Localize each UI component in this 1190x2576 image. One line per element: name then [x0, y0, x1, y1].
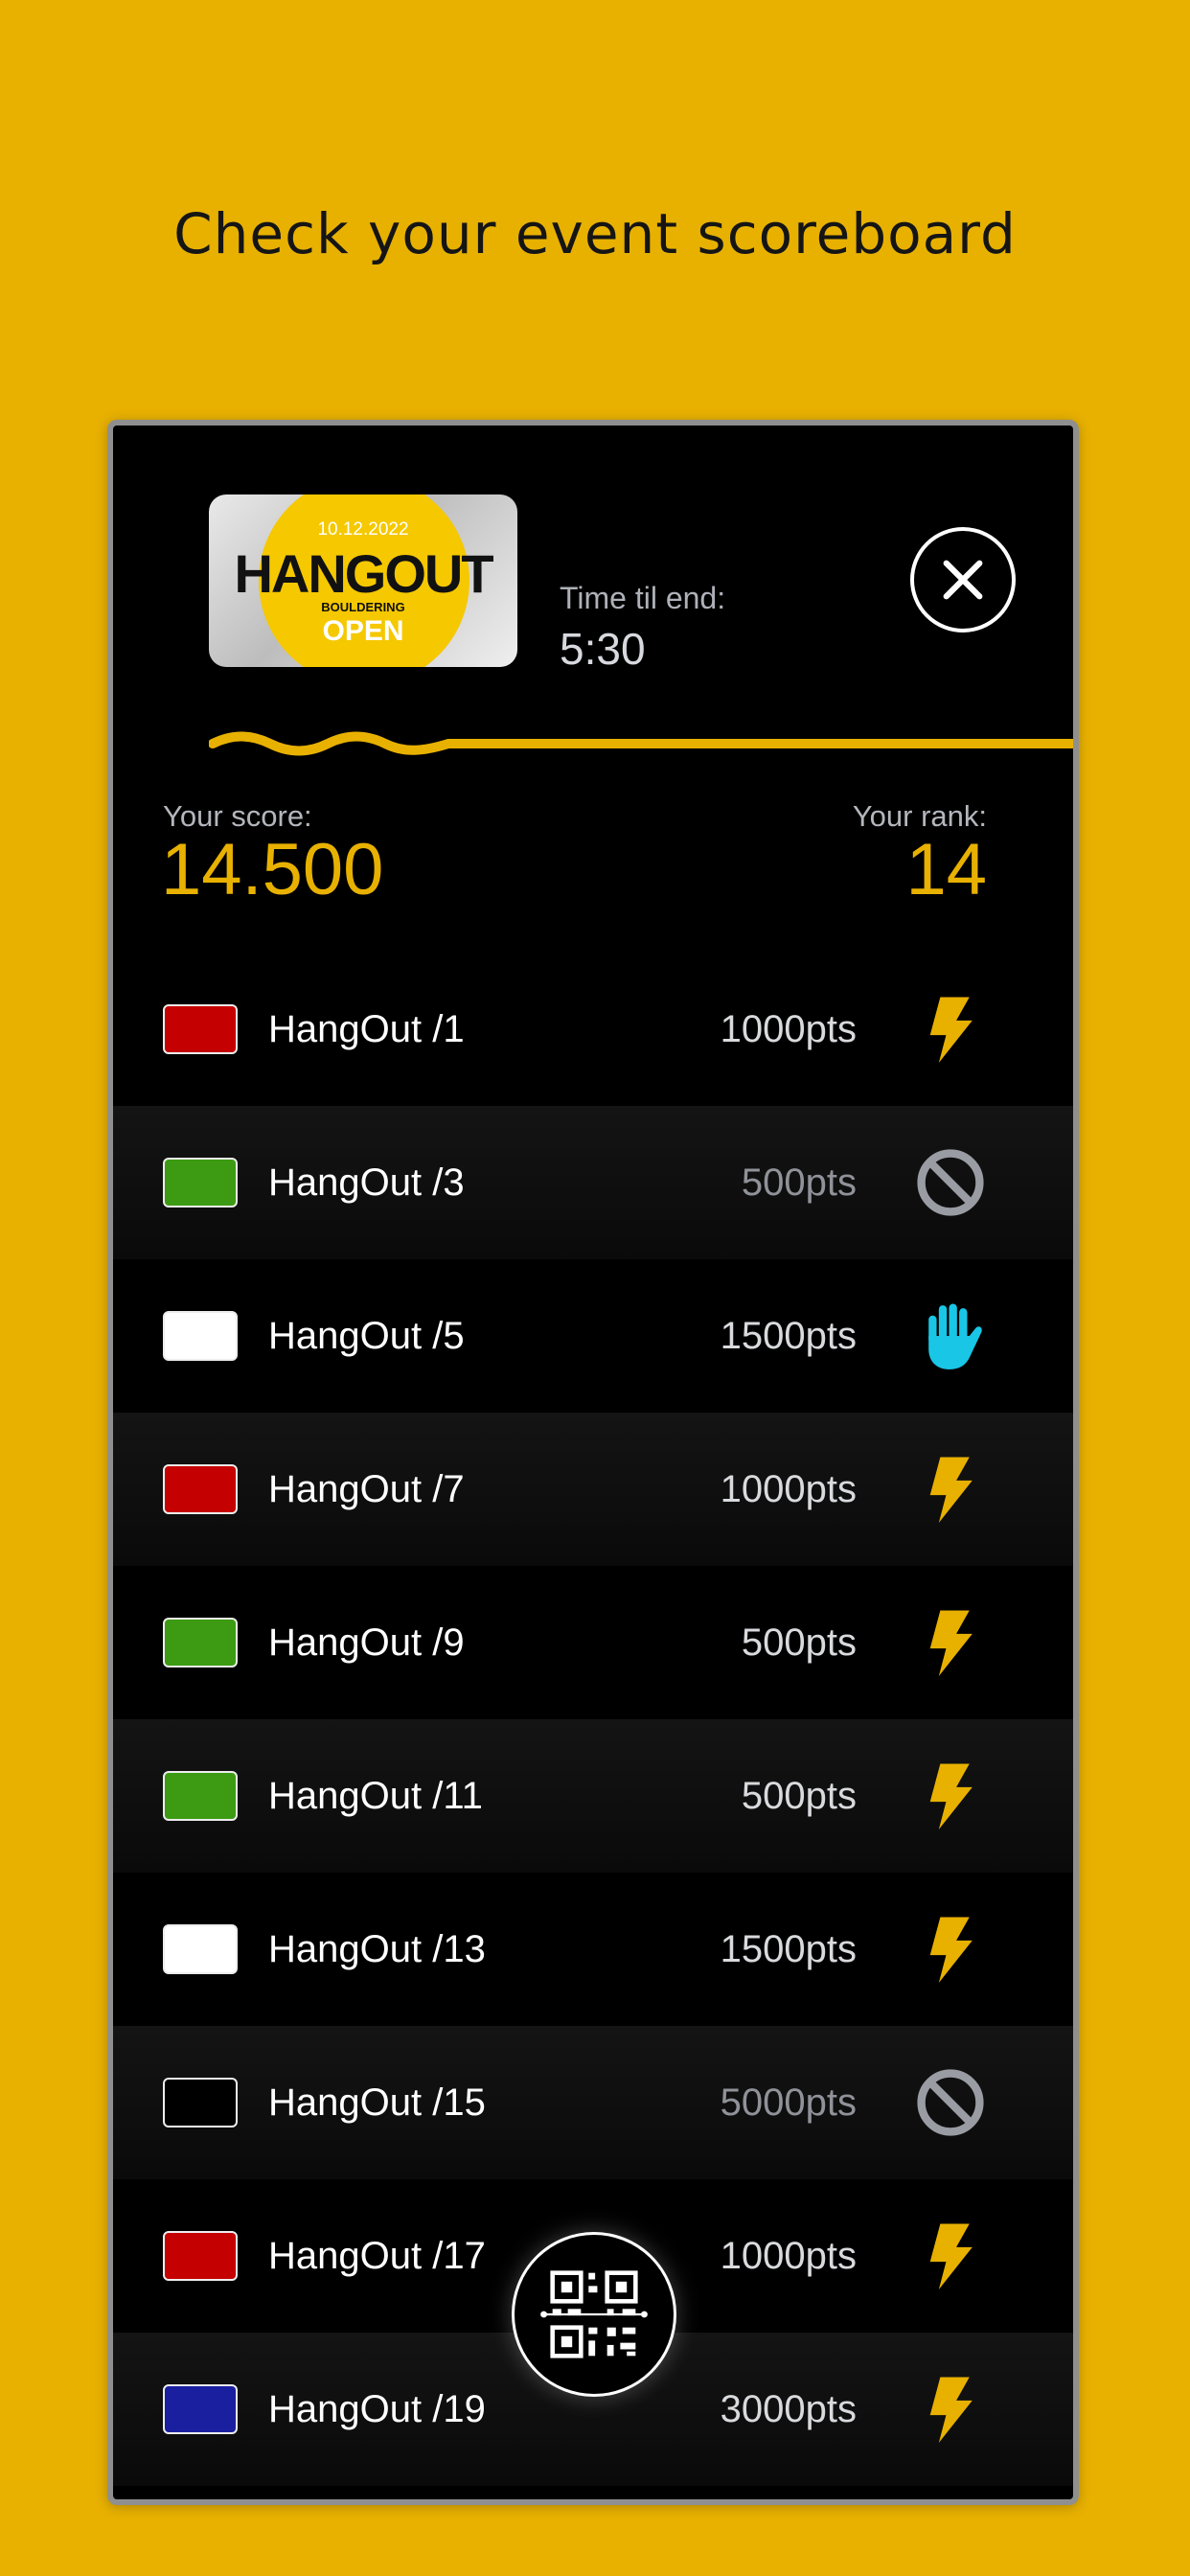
problem-points: 1500pts: [720, 1928, 857, 1970]
event-progress-line: [209, 731, 1073, 756]
problem-row[interactable]: HangOut /1 1000pts: [113, 953, 1073, 1106]
problem-name: HangOut /1: [268, 1008, 465, 1050]
problem-color-swatch: [163, 2384, 238, 2434]
problem-color-swatch: [163, 2078, 238, 2128]
problem-color-swatch: [163, 1771, 238, 1821]
qr-code-icon: [540, 2270, 648, 2358]
hand-icon: [914, 1300, 987, 1372]
problem-color-swatch: [163, 1311, 238, 1361]
problem-name: HangOut /7: [268, 1468, 465, 1510]
problem-color-swatch: [163, 2231, 238, 2281]
problem-points: 500pts: [741, 1622, 857, 1664]
flash-icon: [914, 1913, 987, 1986]
problem-points: 1000pts: [720, 1468, 857, 1510]
not-done-icon: [914, 2066, 987, 2139]
problem-name: HangOut /15: [268, 2082, 486, 2124]
problem-color-swatch: [163, 1924, 238, 1974]
problem-points: 1000pts: [720, 1008, 857, 1050]
problem-points: 3000pts: [720, 2388, 857, 2430]
problem-row[interactable]: HangOut /3 500pts: [113, 1106, 1073, 1259]
flash-icon: [914, 1453, 987, 1526]
flash-icon: [914, 2373, 987, 2446]
event-logo-subtitle: BOULDERING: [321, 600, 405, 614]
problem-points: 5000pts: [720, 2082, 857, 2124]
event-date: 10.12.2022: [317, 519, 409, 540]
scoreboard-panel: 10.12.2022 HANGOUT BOULDERING OPEN Time …: [107, 420, 1079, 2505]
event-logo-title: HANGOUT: [234, 543, 493, 604]
problem-row[interactable]: HangOut /15 5000pts: [113, 2026, 1073, 2179]
not-done-icon: [914, 1146, 987, 1219]
problem-name: HangOut /19: [268, 2388, 486, 2430]
problem-color-swatch: [163, 1464, 238, 1514]
score-value: 14.500: [161, 829, 384, 910]
problem-name: HangOut /9: [268, 1622, 465, 1664]
close-button[interactable]: [910, 527, 1016, 632]
problem-color-swatch: [163, 1158, 238, 1208]
problem-color-swatch: [163, 1618, 238, 1668]
rank-value: 14: [905, 829, 987, 910]
page-headline: Check your event scoreboard: [173, 201, 1017, 266]
event-thumbnail: 10.12.2022 HANGOUT BOULDERING OPEN: [209, 494, 517, 667]
scan-qr-button[interactable]: [512, 2232, 676, 2397]
flash-icon: [914, 1606, 987, 1679]
problem-name: HangOut /11: [268, 1775, 483, 1817]
problem-points: 500pts: [741, 1162, 857, 1204]
flash-icon: [914, 1760, 987, 1832]
problem-name: HangOut /3: [268, 1162, 465, 1204]
problem-name: HangOut /5: [268, 1315, 465, 1357]
flash-icon: [914, 993, 987, 1066]
problem-color-swatch: [163, 1004, 238, 1054]
problem-row[interactable]: HangOut /13 1500pts: [113, 1873, 1073, 2026]
problem-name: HangOut /13: [268, 1928, 486, 1970]
problem-row[interactable]: HangOut /9 500pts: [113, 1566, 1073, 1719]
problem-row[interactable]: HangOut /7 1000pts: [113, 1413, 1073, 1566]
problem-row[interactable]: HangOut /5 1500pts: [113, 1259, 1073, 1413]
problem-points: 1000pts: [720, 2235, 857, 2277]
event-logo-badge: OPEN: [322, 615, 404, 647]
problem-points: 500pts: [741, 1775, 857, 1817]
flash-icon: [914, 2220, 987, 2292]
close-icon: [943, 560, 983, 600]
problem-row[interactable]: HangOut /11 500pts: [113, 1719, 1073, 1873]
problem-name: HangOut /17: [268, 2235, 486, 2277]
problem-points: 1500pts: [720, 1315, 857, 1357]
time-remaining-value: 5:30: [560, 624, 646, 674]
time-remaining-label: Time til end:: [560, 581, 726, 615]
